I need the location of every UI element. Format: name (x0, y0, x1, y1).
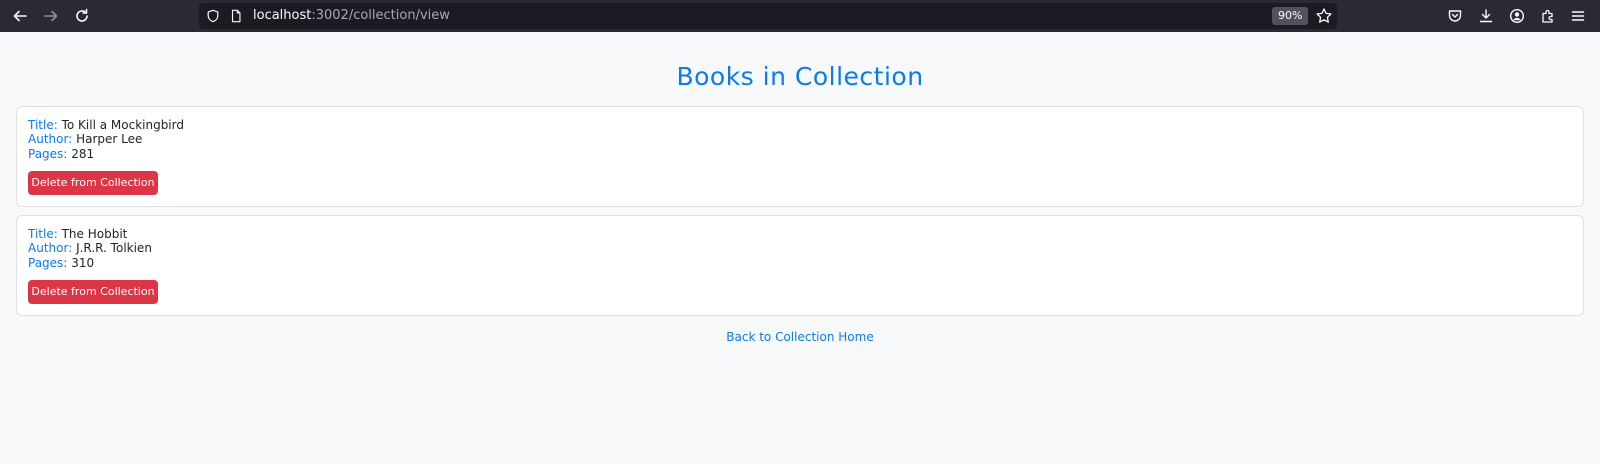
pages-label: Pages: (28, 256, 68, 270)
menu-icon (1571, 11, 1585, 21)
title-label: Title: (28, 118, 58, 132)
book-pages-row: Pages: 310 (28, 256, 94, 271)
title-label: Title: (28, 227, 58, 241)
star-icon[interactable] (1315, 7, 1333, 25)
address-bar[interactable]: localhost:3002/collection/view 90% (199, 3, 1337, 29)
zoom-level-badge[interactable]: 90% (1272, 7, 1309, 25)
delete-from-collection-button[interactable]: Delete from Collection (28, 171, 158, 195)
book-pages-row: Pages: 281 (28, 147, 94, 162)
menu-button[interactable] (1569, 7, 1587, 25)
back-button[interactable] (8, 4, 32, 28)
forward-button[interactable] (39, 4, 63, 28)
url-path: :3002/collection/view (311, 8, 450, 23)
reload-button[interactable] (70, 4, 94, 28)
back-to-collection-home-link[interactable]: Back to Collection Home (726, 330, 873, 344)
book-author-row: Author: Harper Lee (28, 132, 142, 147)
downloads-button[interactable] (1477, 7, 1495, 25)
book-title-row: Title: To Kill a Mockingbird (28, 118, 184, 133)
reload-icon (76, 8, 88, 22)
page-title: Books in Collection (676, 62, 924, 91)
book-pages: 310 (71, 256, 95, 270)
extensions-button[interactable] (1539, 7, 1557, 25)
book-card: Title: The Hobbit Author: J.R.R. Tolkien… (16, 215, 1584, 316)
book-pages: 281 (71, 147, 95, 161)
book-title: The Hobbit (61, 227, 128, 241)
book-card: Title: To Kill a Mockingbird Author: Har… (16, 106, 1584, 207)
browser-toolbar: localhost:3002/collection/view 90% (0, 0, 1600, 32)
forward-arrow-icon (44, 10, 58, 22)
book-author-row: Author: J.R.R. Tolkien (28, 241, 152, 256)
pages-label: Pages: (28, 147, 68, 161)
book-author: Harper Lee (76, 132, 143, 146)
author-label: Author: (28, 241, 73, 255)
shield-icon[interactable] (205, 8, 221, 24)
download-icon (1479, 9, 1493, 23)
book-title: To Kill a Mockingbird (61, 118, 184, 132)
book-author: J.R.R. Tolkien (76, 241, 152, 255)
url-text[interactable]: localhost:3002/collection/view (253, 8, 450, 24)
extensions-icon (1542, 9, 1553, 23)
book-title-row: Title: The Hobbit (28, 227, 127, 242)
back-link-container: Back to Collection Home (0, 329, 1600, 345)
account-icon (1509, 8, 1525, 24)
account-button[interactable] (1508, 7, 1526, 25)
delete-from-collection-button[interactable]: Delete from Collection (28, 280, 158, 304)
url-host: localhost (253, 8, 312, 23)
pocket-icon (1448, 10, 1462, 22)
page-icon[interactable] (228, 8, 244, 24)
pocket-button[interactable] (1446, 7, 1464, 25)
back-arrow-icon (13, 10, 27, 22)
author-label: Author: (28, 132, 73, 146)
